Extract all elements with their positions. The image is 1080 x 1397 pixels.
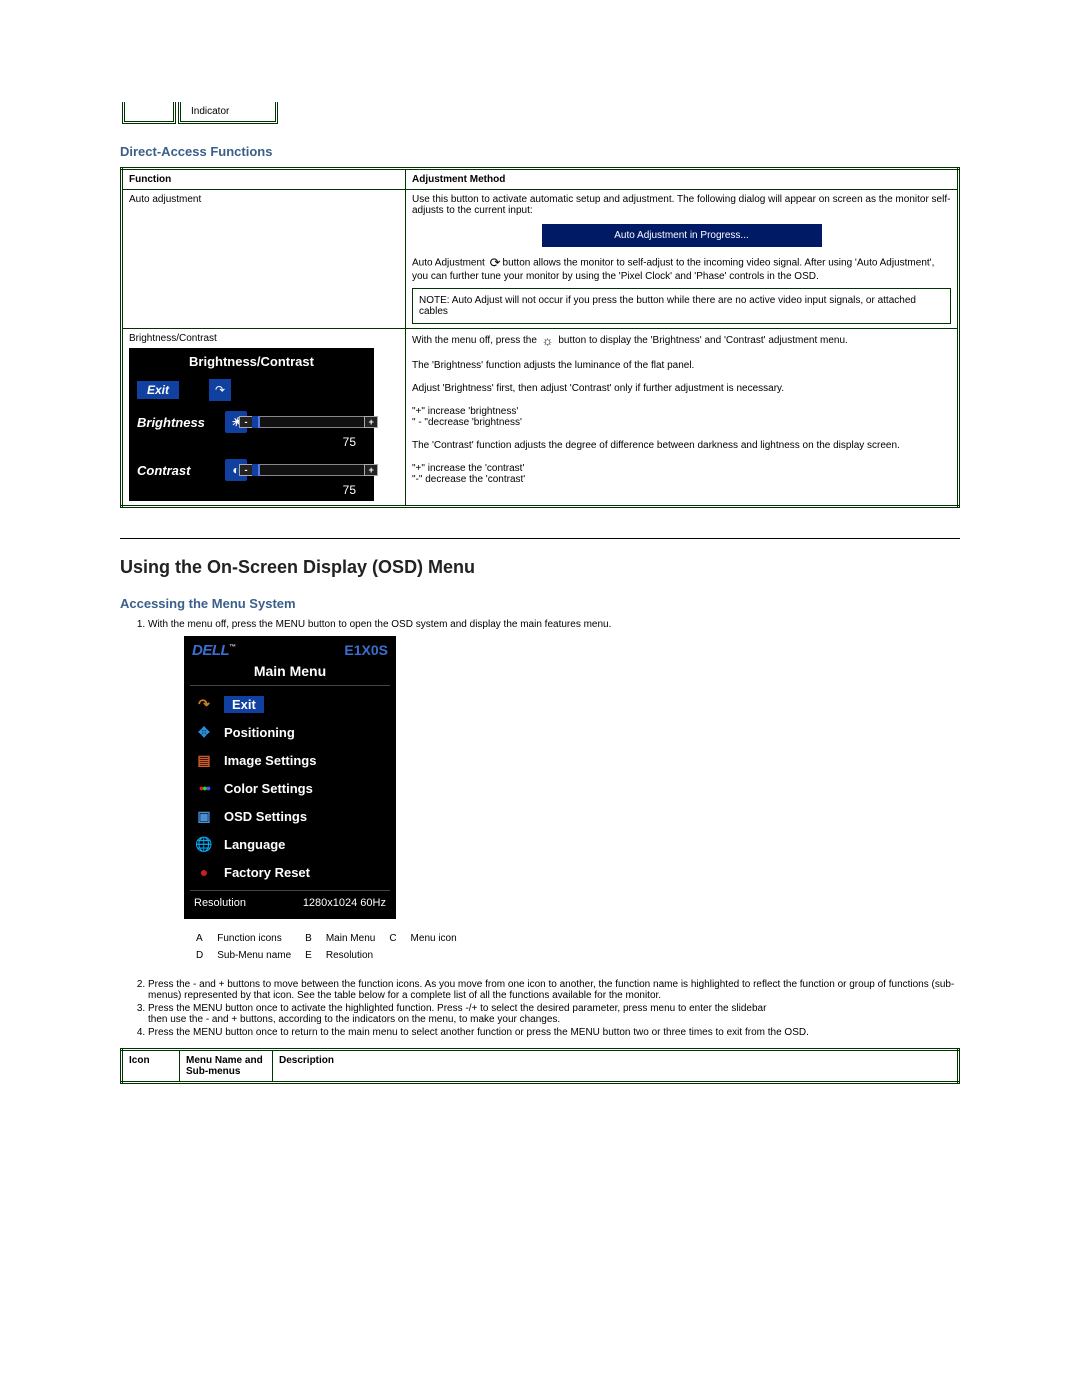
indicator-stub-row: Indicator — [120, 100, 280, 126]
main-menu-item-label: Language — [224, 837, 285, 852]
brightness-contrast-description: With the menu off, press the ☼ button to… — [406, 329, 959, 507]
color-settings-icon: ●●● — [192, 777, 216, 799]
bc-r6a: "+" increase the 'contrast' — [412, 463, 951, 474]
main-menu-title: Main Menu — [190, 661, 390, 683]
legend-b: Main Menu — [326, 931, 387, 946]
legend-table: AFunction icons BMain Menu CMenu icon DS… — [194, 929, 471, 965]
indicator-label: Indicator — [178, 102, 278, 124]
step-4: Press the MENU button once to return to … — [148, 1027, 960, 1038]
language-icon: 🌐 — [192, 833, 216, 855]
col-menu-name: Menu Name and Sub-menus — [180, 1050, 273, 1083]
factory-reset-icon: ● — [192, 861, 216, 883]
auto-adjust-icon: ⟳ — [488, 255, 503, 271]
col-method: Adjustment Method — [406, 169, 959, 190]
legend-a: Function icons — [217, 931, 303, 946]
main-menu-item-image-settings[interactable]: ▤ Image Settings — [190, 746, 390, 774]
bc-osd-title: Brightness/Contrast — [129, 348, 374, 375]
direct-access-heading: Direct-Access Functions — [120, 144, 960, 159]
osd-menu-heading: Using the On-Screen Display (OSD) Menu — [120, 557, 960, 578]
direct-access-table: Function Adjustment Method Auto adjustme… — [120, 167, 960, 508]
main-menu-item-language[interactable]: 🌐 Language — [190, 830, 390, 858]
main-menu-item-label: Exit — [224, 696, 264, 713]
main-menu-item-positioning[interactable]: ✥ Positioning — [190, 718, 390, 746]
brightness-osd-panel: Brightness/Contrast Exit ↷ Brightness ☀ … — [129, 348, 374, 501]
bc-r5: The 'Contrast' function adjusts the degr… — [412, 440, 951, 451]
exit-icon: ↷ — [192, 693, 216, 715]
bc-r4b: " - "decrease 'brightness' — [412, 417, 951, 428]
brightness-label: Brightness — [137, 415, 225, 430]
model-label: E1X0S — [344, 642, 388, 658]
auto-adjustment-name: Auto adjustment — [122, 190, 406, 329]
bc-r1a: With the menu off, press the — [412, 335, 540, 346]
bc-exit-button[interactable]: Exit — [137, 381, 179, 399]
dell-logo: DELL™ — [192, 642, 236, 659]
auto-progress-box: Auto Adjustment in Progress... — [542, 224, 822, 247]
main-menu-item-label: Positioning — [224, 725, 295, 740]
auto-note: NOTE: Auto Adjust will not occur if you … — [412, 288, 951, 324]
step-3: Press the MENU button once to activate t… — [148, 1003, 960, 1025]
resolution-label: Resolution — [194, 897, 246, 909]
description-table: Icon Menu Name and Sub-menus Description — [120, 1048, 960, 1084]
step-2: Press the - and + buttons to move betwee… — [148, 979, 960, 1001]
col-description: Description — [273, 1050, 959, 1083]
main-menu-item-label: Image Settings — [224, 753, 316, 768]
main-menu-item-label: OSD Settings — [224, 809, 307, 824]
bc-r1b: button to display the 'Brightness' and '… — [556, 335, 848, 346]
exit-icon: ↷ — [209, 379, 231, 401]
col-function: Function — [122, 169, 406, 190]
legend-d: Sub-Menu name — [217, 948, 303, 963]
bc-r6b: "-" decrease the 'contrast' — [412, 474, 951, 485]
contrast-slider[interactable] — [251, 464, 366, 476]
brightness-value: 75 — [129, 435, 374, 453]
brightness-contrast-name: Brightness/Contrast — [129, 333, 217, 344]
main-menu-item-osd-settings[interactable]: ▣ OSD Settings — [190, 802, 390, 830]
main-menu-item-label: Factory Reset — [224, 865, 310, 880]
main-menu-item-color-settings[interactable]: ●●● Color Settings — [190, 774, 390, 802]
auto-body-a: Auto Adjustment — [412, 258, 488, 269]
main-menu-osd: DELL™ E1X0S Main Menu ↷ Exit ✥ Positioning ▤… — [184, 636, 396, 919]
main-menu-item-label: Color Settings — [224, 781, 313, 796]
auto-intro: Use this button to activate automatic se… — [412, 194, 950, 216]
brightness-slider[interactable] — [251, 416, 366, 428]
brightness-contrast-cell: Brightness/Contrast Brightness/Contrast … — [122, 329, 406, 507]
legend-c: Menu icon — [411, 931, 469, 946]
step1-text: With the menu off, press the MENU button… — [148, 619, 611, 630]
accessing-heading: Accessing the Menu System — [120, 596, 960, 611]
bc-r2: The 'Brightness' function adjusts the lu… — [412, 360, 951, 371]
osd-settings-icon: ▣ — [192, 805, 216, 827]
bc-r3: Adjust 'Brightness' first, then adjust '… — [412, 383, 951, 394]
main-menu-item-factory-reset[interactable]: ● Factory Reset — [190, 858, 390, 886]
legend-e: Resolution — [326, 948, 387, 963]
col-icon: Icon — [122, 1050, 180, 1083]
steps-list: With the menu off, press the MENU button… — [120, 619, 960, 1038]
image-settings-icon: ▤ — [192, 749, 216, 771]
bc-r4a: "+" increase 'brightness' — [412, 406, 951, 417]
resolution-value: 1280x1024 60Hz — [303, 897, 386, 909]
sun-icon: ☼ — [540, 333, 556, 348]
section-divider — [120, 538, 960, 539]
step-1: With the menu off, press the MENU button… — [148, 619, 960, 965]
contrast-value: 75 — [129, 483, 374, 501]
contrast-label: Contrast — [137, 463, 225, 478]
auto-adjustment-description: Use this button to activate automatic se… — [406, 190, 959, 329]
main-menu-item-exit[interactable]: ↷ Exit — [190, 690, 390, 718]
positioning-icon: ✥ — [192, 721, 216, 743]
